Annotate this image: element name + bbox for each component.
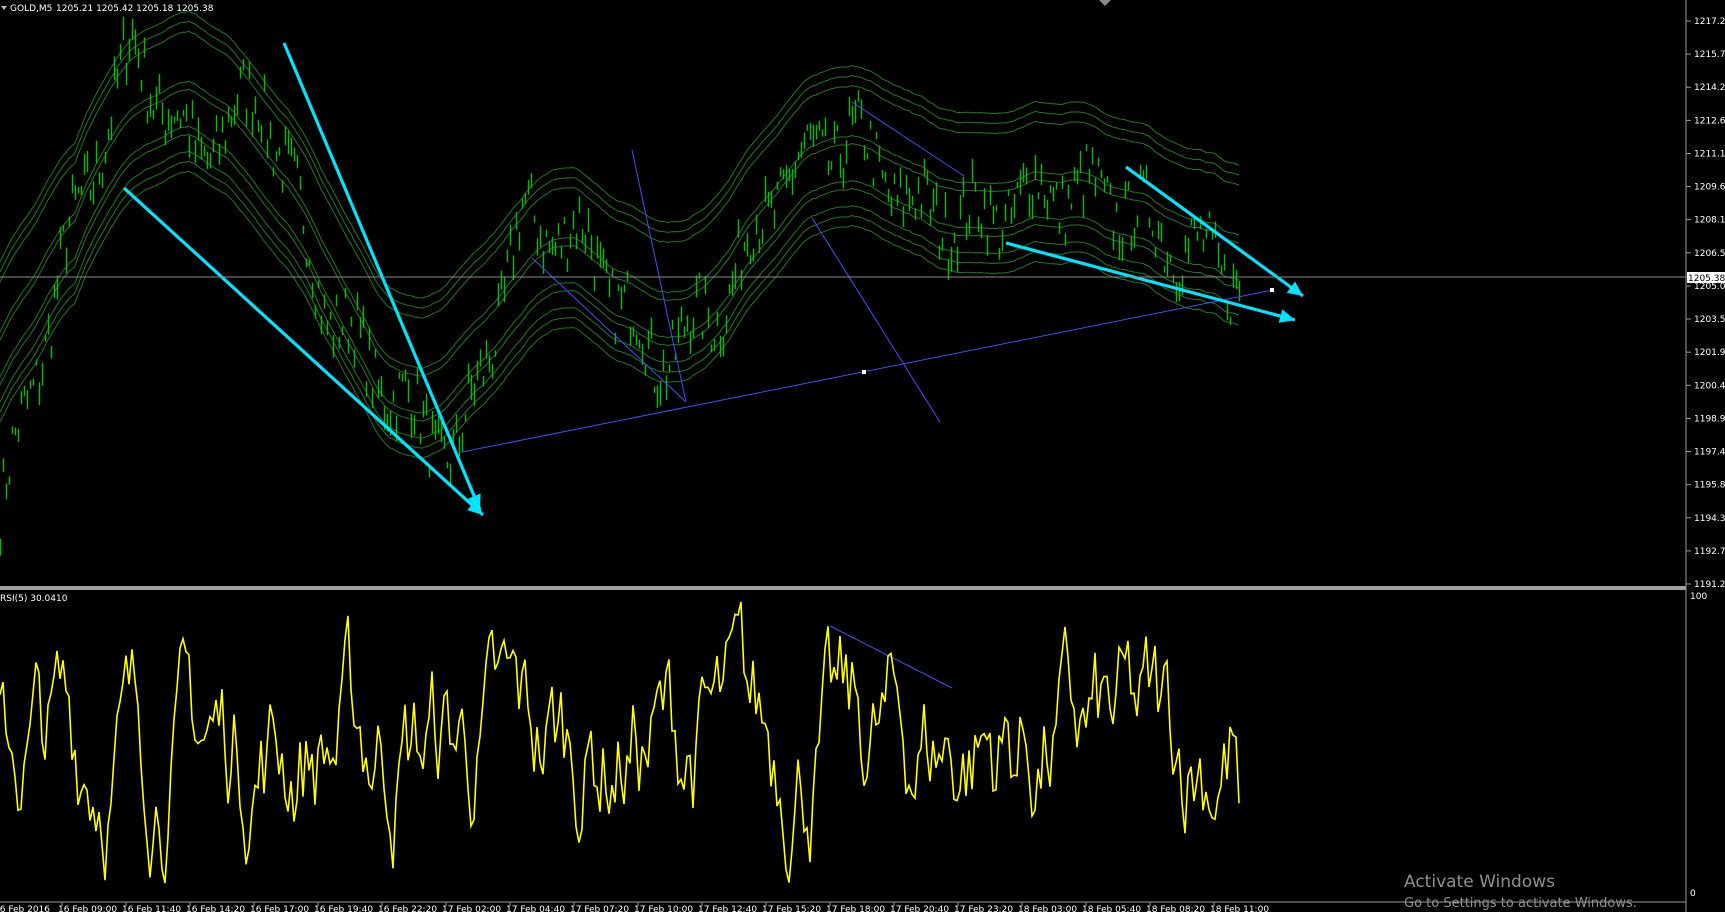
annotation-arrow[interactable] — [122, 186, 485, 517]
price-tick-label: 1212.65 — [1694, 116, 1725, 126]
price-tick-label: 1209.60 — [1694, 183, 1725, 193]
envelope-band — [0, 170, 1240, 459]
envelope-band — [0, 88, 1240, 377]
envelope-bands — [0, 10, 1240, 459]
rsi-max-label: 100 — [1690, 592, 1707, 602]
price-tick-label: 1215.70 — [1694, 50, 1725, 60]
envelope-band — [0, 30, 1240, 319]
time-tick-label: 17 Feb 04:40 — [506, 905, 565, 912]
trendline-handle[interactable] — [1270, 288, 1274, 292]
time-tick-label: 16 Feb 17:00 — [250, 905, 309, 912]
price-tick-label: 1217.25 — [1694, 17, 1725, 27]
time-tick-label: 18 Feb 11:00 — [1210, 905, 1269, 912]
arrow-head-icon — [1286, 281, 1303, 296]
price-tick-label: 1201.95 — [1694, 348, 1725, 358]
current-price-label: 1205.38 — [1688, 274, 1725, 284]
time-axis[interactable]: 16 Feb 2016 16 Feb 09:00 16 Feb 11:40 16 Fe… — [0, 902, 1269, 912]
price-tick-label: 1192.75 — [1694, 547, 1725, 557]
envelope-band — [0, 160, 1240, 449]
price-tick-label: 1200.45 — [1694, 381, 1725, 391]
rsi-line — [0, 601, 1240, 884]
envelope-band — [0, 133, 1240, 422]
chart-window[interactable]: 1217.25 1215.70 1214.20 1212.65 1211.15 1209.… — [0, 0, 1725, 912]
price-tick-label: 1198.90 — [1694, 414, 1725, 424]
time-tick-label: 16 Feb 11:40 — [122, 905, 181, 912]
price-tick-label: 1203.50 — [1694, 315, 1725, 325]
envelope-band — [0, 20, 1240, 309]
price-tick-label: 1197.40 — [1694, 448, 1725, 458]
time-tick-label: 17 Feb 12:40 — [698, 905, 757, 912]
time-tick-label: 17 Feb 18:00 — [826, 905, 885, 912]
time-tick-label: 17 Feb 10:00 — [634, 905, 693, 912]
activate-windows-title: Activate Windows — [1404, 872, 1555, 892]
chart-menu-icon[interactable] — [1, 6, 7, 10]
trendline-channel-2[interactable] — [631, 149, 687, 403]
time-tick-label: 16 Feb 14:20 — [186, 905, 245, 912]
annotation-arrow[interactable] — [1005, 241, 1296, 322]
trendline-channel-4[interactable] — [811, 217, 941, 423]
trendline-handle[interactable] — [862, 370, 866, 374]
price-tick-label: 1211.15 — [1694, 149, 1725, 159]
time-tick-label: 16 Feb 19:40 — [314, 905, 373, 912]
pane-separator[interactable] — [0, 586, 1686, 590]
time-tick-label: 17 Feb 02:00 — [442, 905, 501, 912]
price-axis[interactable]: 1217.25 1215.70 1214.20 1212.65 1211.15 1209.… — [1686, 17, 1725, 590]
time-tick-label: 18 Feb 05:40 — [1082, 905, 1141, 912]
price-tick-label: 1206.55 — [1694, 249, 1725, 259]
rsi-label: RSI(5) 30.0410 — [0, 594, 68, 604]
rsi-min-label: 0 — [1690, 889, 1696, 899]
time-tick-label: 16 Feb 09:00 — [58, 905, 117, 912]
scroll-marker-icon[interactable] — [1099, 0, 1111, 6]
price-tick-label: 1214.20 — [1694, 83, 1725, 93]
time-tick-label: 17 Feb 20:40 — [890, 905, 949, 912]
time-tick-label: 17 Feb 15:20 — [762, 905, 821, 912]
activate-windows-subtitle: Go to Settings to activate Windows. — [1404, 896, 1637, 911]
envelope-band — [0, 125, 1240, 414]
time-tick-label: 17 Feb 07:20 — [570, 905, 629, 912]
price-tick-label: 1195.85 — [1694, 481, 1725, 491]
symbol-label: GOLD,M5 — [10, 4, 52, 14]
time-tick-label: 18 Feb 03:00 — [1018, 905, 1077, 912]
time-tick-label: 16 Feb 2016 — [0, 905, 50, 912]
price-tick-label: 1191.20 — [1694, 580, 1725, 590]
price-tick-label: 1194.30 — [1694, 514, 1725, 524]
time-tick-label: 17 Feb 23:20 — [954, 905, 1013, 912]
trendline-channel-3[interactable] — [851, 101, 965, 177]
price-candles — [0, 16, 1241, 556]
ohlc-values: 1205.21 1205.42 1205.18 1205.38 — [56, 4, 214, 14]
price-chart[interactable]: 1217.25 1215.70 1214.20 1212.65 1211.15 1209.… — [0, 0, 1725, 912]
time-tick-label: 18 Feb 08:20 — [1146, 905, 1205, 912]
time-tick-label: 16 Feb 22:20 — [378, 905, 437, 912]
price-tick-label: 1208.10 — [1694, 216, 1725, 226]
